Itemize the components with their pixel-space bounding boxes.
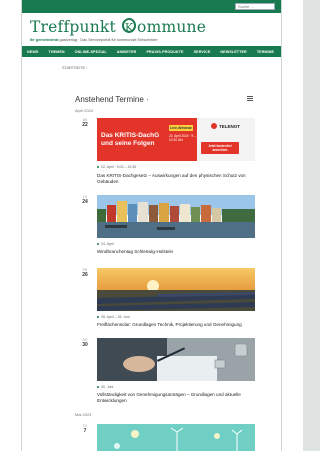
event-day: MI 22 [75,118,95,128]
event-item[interactable]: DI 7 [75,424,255,451]
month-label: Mai 2024 [75,412,92,417]
logo-text-2: ommune [137,18,207,36]
nav-themen[interactable]: THEMEN [43,50,69,54]
right-window-edge [281,0,303,451]
harbor-town-image [97,195,255,238]
event-image[interactable] [97,195,255,238]
page: Suche ... Treffpunkt Kommune Ihr gemeind… [22,0,281,451]
signing-document-image [97,338,255,381]
event-day-number: 7 [83,428,87,434]
nav-newsletter[interactable]: NEWSLETTER [215,50,251,54]
event-date: 26. April – 26. Juni [97,315,130,319]
solar-field-image [97,268,255,311]
month-label: April 2024 [75,108,94,113]
event-date: 30. Juni [97,385,113,389]
event-day: DI 24 [75,195,95,205]
event-item[interactable]: DI 24 24. April Windbranchentag Schleswi… [75,195,255,255]
banner-live-label: Live-Webinar [170,126,192,130]
event-day: DI 7 [75,424,95,434]
main-nav: NEWS THEMEN ONLINE-SPEZIAL ANBIETER PRAX… [22,46,281,57]
nav-praxis-produkte[interactable]: PRAXIS-PRODUKTE [141,50,188,54]
list-view-icon[interactable] [247,96,253,102]
left-window-edge [0,0,22,451]
event-title[interactable]: Das KRITIS-Dachgesetz – Auswirkungen auf… [97,173,255,185]
event-date: 24. April [97,242,114,246]
nav-service[interactable]: SERVICE [189,50,216,54]
event-image[interactable] [97,268,255,311]
event-item[interactable]: SO 30 30. Juni Vollständigkeit von Geneh… [75,338,255,404]
search-input[interactable]: Suche ... [235,3,275,10]
event-day-number: 26 [82,272,88,278]
event-date: 22. April · 9:00 – 10:30 [97,165,136,169]
event-day: FR 26 [75,268,95,278]
logo-k-mark: K [122,18,137,34]
event-item[interactable]: FR 26 26. April – 26. Juni Freiflächenso… [75,268,255,328]
top-strip: Suche ... [22,0,281,13]
nav-online-spezial[interactable]: ONLINE-SPEZIAL [70,50,112,54]
banner-date: 22. April 2024 · 9 – 10.30 Uhr [169,134,196,142]
tagline-text: gastverlag · Das Serviceportal für kommu… [58,38,158,42]
page-title: Anstehend Termine · [75,95,149,104]
event-day-number: 24 [82,199,88,205]
event-banner[interactable]: Das KRITIS-DachG und seine Folgen Live-We… [97,118,255,161]
site-logo[interactable]: Treffpunkt Kommune [30,18,206,36]
nav-news[interactable]: NEWS [22,50,43,54]
event-image[interactable] [97,338,255,381]
nav-anbieter[interactable]: ANBIETER [112,50,142,54]
event-title[interactable]: Windbranchentag Schleswig-Holstein [97,249,255,255]
tagline-brand: Ihr gemeinderat [30,38,59,42]
event-day: SO 30 [75,338,95,348]
event-image[interactable] [97,424,255,451]
wind-energy-illustration [97,424,255,451]
tagline: Ihr gemeinderat gastverlag · Das Service… [30,38,158,42]
nav-termine[interactable]: TERMINE [252,50,279,54]
event-title[interactable]: Vollständigkeit von Genehmigungsanträgen… [97,392,255,404]
event-day-number: 22 [82,122,88,128]
logo-text-1: Treffpunkt [30,18,122,36]
event-day-number: 30 [82,342,88,348]
banner-cta-button[interactable]: Jetzt kostenfrei anmelden [202,144,238,152]
banner-brand: TELENOT [219,124,240,129]
event-title[interactable]: Freiflächensolar: Grundlagen Technik, Pr… [97,322,255,328]
banner-title: Das KRITIS-DachG und seine Folgen [101,132,160,147]
breadcrumb[interactable]: STARTSEITE › [62,66,87,70]
event-item[interactable]: MI 22 Das KRITIS-DachG und seine Folgen L… [75,118,255,184]
